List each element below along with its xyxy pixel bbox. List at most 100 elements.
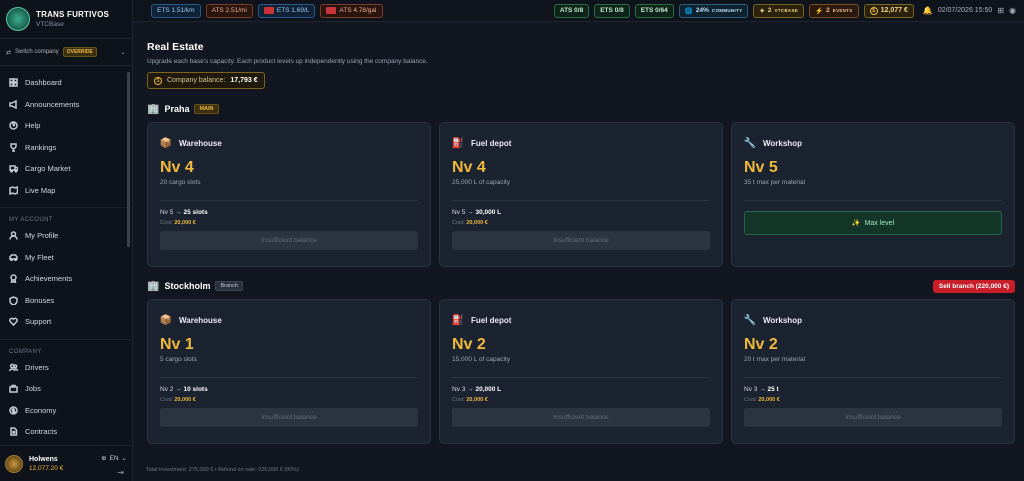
cost-label: Cost: bbox=[744, 397, 759, 403]
fuel-icon: ⛽ bbox=[451, 137, 465, 149]
user-name: Holwens bbox=[29, 455, 58, 463]
sidebar-item-live-map[interactable]: Live Map bbox=[0, 180, 132, 202]
switch-icon: ⇄ bbox=[6, 49, 12, 56]
sidebar-item-my-fleet[interactable]: My Fleet bbox=[0, 247, 132, 269]
upgrade-button[interactable]: Insufficient balance bbox=[160, 231, 418, 250]
car-icon bbox=[9, 253, 18, 262]
sidebar-item-rankings[interactable]: Rankings bbox=[0, 137, 132, 159]
upgrade-cost: Cost: 20,000 € bbox=[452, 397, 710, 403]
sidebar-item-label: Help bbox=[25, 121, 41, 131]
vtcbase-value: 2 bbox=[767, 7, 772, 14]
dollar-icon bbox=[9, 406, 18, 415]
switch-company[interactable]: ⇄ Switch company OVERRIDE ⌄ bbox=[0, 38, 132, 66]
map-icon bbox=[9, 185, 18, 195]
community-label: COMMUNITY bbox=[711, 8, 743, 13]
sidebar-item-cargo-market[interactable]: Cargo Market bbox=[0, 158, 132, 180]
capacity-text: 25,000 L of capacity bbox=[452, 179, 510, 186]
upgrade-card-fuel-depot: ⛽ Fuel depot Nv 4 25,000 L of capacity Nv 5 … bbox=[439, 122, 723, 267]
next-level-value: 25 slots bbox=[183, 209, 208, 216]
discord-icon[interactable]: ◉ bbox=[1009, 6, 1016, 15]
card-header: ⛽ Fuel depot bbox=[452, 314, 710, 326]
globe-icon: 🌐 bbox=[684, 7, 693, 15]
users-icon bbox=[9, 363, 18, 372]
sparkle-icon: ✨ bbox=[851, 220, 861, 227]
grid-icon[interactable]: ⊞ bbox=[997, 6, 1004, 15]
base-stockholm: 🏢 Stockholm Branch Sell branch (220,000 €) 📦… bbox=[147, 279, 1015, 444]
ats-rate-chip: ATS 2.51/mi bbox=[205, 3, 253, 18]
card-title: Fuel depot bbox=[471, 138, 512, 148]
upgrade-cost: Cost: 20,000 € bbox=[160, 397, 418, 403]
upgrade-button[interactable]: Insufficient balance bbox=[452, 231, 710, 250]
card-header: 🔧 Workshop bbox=[744, 314, 1002, 326]
capacity-text: 20 t max per material bbox=[744, 356, 806, 363]
card-title: Warehouse bbox=[179, 315, 222, 325]
card-title: Warehouse bbox=[179, 138, 222, 148]
cost-value: 20,000 € bbox=[758, 397, 780, 403]
upgrade-cost: Cost: 20,000 € bbox=[744, 397, 1002, 403]
user-bar[interactable]: Holwens 12,077.20 € ⊕ EN ⌄ ⇥ bbox=[0, 445, 132, 481]
trophy-icon bbox=[9, 143, 18, 152]
card-divider bbox=[452, 377, 710, 378]
sidebar-nav: Dashboard Announcements Help Rankings Cargo … bbox=[0, 66, 132, 445]
balance-value: 17,793 € bbox=[230, 77, 258, 84]
current-level: Nv 4 bbox=[452, 159, 486, 176]
card-title: Workshop bbox=[763, 315, 802, 325]
card-divider bbox=[744, 377, 1002, 378]
upgrade-button[interactable]: Insufficient balance bbox=[744, 408, 1002, 427]
money-chip[interactable]: $12,077 € bbox=[863, 3, 914, 18]
language-selector[interactable]: ⊕ EN ⌄ bbox=[101, 454, 127, 463]
avatar[interactable] bbox=[5, 454, 23, 473]
fuel-icon: ⛽ bbox=[451, 314, 465, 326]
sidebar-item-label: Achievements bbox=[25, 274, 73, 284]
base-tag: Branch bbox=[215, 281, 243, 291]
sidebar-item-drivers[interactable]: Drivers bbox=[0, 357, 132, 379]
wrench-icon: 🔧 bbox=[743, 137, 757, 149]
cost-label: Cost: bbox=[452, 397, 467, 403]
vtcbase-chip[interactable]: ✦ 2 VTCBASE bbox=[753, 3, 805, 18]
base-name: Stockholm bbox=[164, 281, 211, 291]
next-level-value: 10 slots bbox=[183, 386, 208, 393]
base-praha: 🏢 Praha MAIN 📦 Warehouse Nv 4 20 cargo slots Nv… bbox=[147, 102, 1015, 267]
sidebar-item-dashboard[interactable]: Dashboard bbox=[0, 72, 132, 94]
sidebar-item-bonuses[interactable]: Bonuses bbox=[0, 290, 132, 312]
next-level-value: 25 t bbox=[767, 386, 779, 393]
upgrade-button[interactable]: Insufficient balance bbox=[452, 408, 710, 427]
max-level-badge: ✨ Max level bbox=[744, 211, 1002, 235]
coin-icon: $ bbox=[154, 76, 162, 85]
sell-branch-button[interactable]: Sell branch (220,000 €) bbox=[932, 279, 1015, 293]
capacity-text: 5 cargo slots bbox=[160, 356, 197, 363]
next-level-label: Nv 2 → bbox=[160, 386, 184, 393]
sidebar-item-jobs[interactable]: Jobs bbox=[0, 378, 132, 400]
base-name: Praha bbox=[164, 104, 190, 114]
community-chip[interactable]: 🌐 24% COMMUNITY bbox=[678, 3, 749, 18]
box-icon: 📦 bbox=[159, 314, 173, 326]
bell-icon[interactable]: 🔔 bbox=[923, 6, 933, 15]
sidebar-item-economy[interactable]: Economy bbox=[0, 400, 132, 422]
events-chip[interactable]: ⚡ 2 EVENTS bbox=[809, 3, 859, 18]
sidebar-item-support[interactable]: Support bbox=[0, 311, 132, 333]
next-level: Nv 3 → 25 t bbox=[744, 386, 1002, 393]
help-icon bbox=[9, 121, 18, 130]
wrench-icon: 🔧 bbox=[743, 314, 757, 326]
current-level: Nv 2 bbox=[452, 336, 486, 353]
next-level: Nv 5 → 25 slots bbox=[160, 209, 418, 216]
globe-icon: ⊕ bbox=[101, 455, 107, 462]
card-divider bbox=[744, 200, 1002, 201]
vtcbase-label: VTCBASE bbox=[774, 8, 799, 13]
card-header: 📦 Warehouse bbox=[160, 137, 418, 149]
sidebar-item-label: My Fleet bbox=[25, 252, 54, 262]
sidebar-item-help[interactable]: Help bbox=[0, 115, 132, 137]
sidebar-item-announcements[interactable]: Announcements bbox=[0, 94, 132, 116]
sidebar-scrollbar[interactable] bbox=[127, 72, 130, 247]
balance-label: Company balance: bbox=[167, 77, 226, 84]
next-level-value: 20,000 L bbox=[475, 386, 502, 393]
sidebar-item-achievements[interactable]: Achievements bbox=[0, 268, 132, 290]
sidebar-item-contracts[interactable]: Contracts bbox=[0, 421, 132, 443]
heart-icon bbox=[9, 317, 18, 327]
brand[interactable]: TRANS FURTIVOS VTCBase bbox=[0, 0, 132, 38]
logout-icon[interactable]: ⇥ bbox=[117, 468, 124, 477]
upgrade-button[interactable]: Insufficient balance bbox=[160, 408, 418, 427]
sidebar-item-my-profile[interactable]: My Profile bbox=[0, 225, 132, 247]
topbar: ETS 1.51/km ATS 2.51/mi ETS 1.69/L ATS 4… bbox=[133, 0, 1024, 22]
section-my-account: MY ACCOUNT bbox=[0, 207, 132, 223]
